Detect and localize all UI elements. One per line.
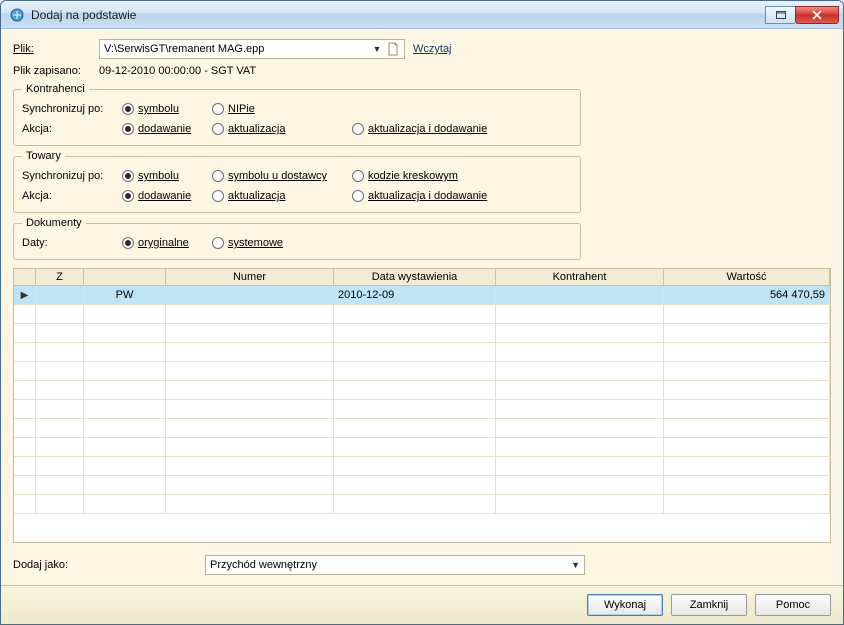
table-row[interactable]	[14, 476, 830, 495]
titlebar[interactable]: Dodaj na podstawie	[1, 1, 843, 29]
chevron-down-icon: ▼	[370, 44, 384, 54]
cell-wartosc: 564 470,59	[664, 286, 830, 304]
grid-header-kontrahent[interactable]: Kontrahent	[496, 269, 664, 285]
table-row[interactable]	[14, 419, 830, 438]
radio-kontr-dodawanie[interactable]	[122, 123, 134, 135]
maximize-button[interactable]	[765, 6, 795, 24]
radio-kontr-aktualizacja[interactable]	[212, 123, 224, 135]
radio-tow-aktidod[interactable]	[352, 190, 364, 202]
radio-kontr-symbolu[interactable]	[122, 103, 134, 115]
table-row[interactable]	[14, 362, 830, 381]
file-label: Plik:	[13, 43, 91, 55]
kontrahenci-sync-label: Synchronizuj po:	[22, 103, 122, 115]
table-row[interactable]	[14, 457, 830, 476]
group-towary-legend: Towary	[22, 150, 65, 162]
button-bar: Wykonaj Zamknij Pomoc	[1, 585, 843, 624]
dokumenty-daty-label: Daty:	[22, 237, 122, 249]
grid-header-z[interactable]: Z	[36, 269, 84, 285]
window-title: Dodaj na podstawie	[31, 8, 765, 22]
radio-kontr-aktidod[interactable]	[352, 123, 364, 135]
table-row[interactable]	[14, 381, 830, 400]
towary-action-label: Akcja:	[22, 190, 122, 202]
kontrahenci-action-label: Akcja:	[22, 123, 122, 135]
table-row[interactable]	[14, 438, 830, 457]
pomoc-button[interactable]: Pomoc	[755, 594, 831, 616]
row-marker-icon: ▶	[14, 286, 36, 304]
radio-tow-symbolu[interactable]	[122, 170, 134, 182]
load-link[interactable]: Wczytaj	[413, 43, 452, 55]
dodaj-jako-label: Dodaj jako:	[13, 559, 193, 571]
radio-dok-oryginalne[interactable]	[122, 237, 134, 249]
radio-tow-symbdost[interactable]	[212, 170, 224, 182]
table-row[interactable]	[14, 305, 830, 324]
table-row[interactable]	[14, 400, 830, 419]
radio-tow-kodzie[interactable]	[352, 170, 364, 182]
group-kontrahenci-legend: Kontrahenci	[22, 83, 89, 95]
group-kontrahenci: Kontrahenci Synchronizuj po: symbolu NIP…	[13, 83, 581, 146]
grid-header-numer[interactable]: Numer	[166, 269, 334, 285]
zamknij-button[interactable]: Zamknij	[671, 594, 747, 616]
towary-sync-label: Synchronizuj po:	[22, 170, 122, 182]
radio-tow-dodawanie[interactable]	[122, 190, 134, 202]
dodaj-jako-value: Przychód wewnętrzny	[210, 559, 571, 571]
group-dokumenty: Dokumenty Daty: oryginalne systemowe	[13, 217, 581, 260]
radio-dok-systemowe[interactable]	[212, 237, 224, 249]
dodaj-jako-select[interactable]: Przychód wewnętrzny ▼	[205, 555, 585, 575]
radio-tow-aktualizacja[interactable]	[212, 190, 224, 202]
chevron-down-icon: ▼	[571, 560, 580, 570]
grid-header: Z Numer Data wystawienia Kontrahent Wart…	[14, 269, 830, 286]
table-row[interactable]	[14, 324, 830, 343]
file-saved-value: 09-12-2010 00:00:00 - SGT VAT	[99, 65, 256, 77]
grid-header-marker[interactable]	[14, 269, 36, 285]
group-towary: Towary Synchronizuj po: symbolu symbolu …	[13, 150, 581, 213]
cell-kontrahent	[496, 286, 664, 304]
file-path-combo[interactable]: V:\SerwisGT\remanent MAG.epp ▼	[99, 39, 405, 59]
cell-data: 2010-12-09	[334, 286, 496, 304]
grid-header-wartosc[interactable]: Wartość	[664, 269, 830, 285]
grid-header-data[interactable]: Data wystawienia	[334, 269, 496, 285]
wykonaj-button[interactable]: Wykonaj	[587, 594, 663, 616]
table-row[interactable]: ▶ PW 2010-12-09 564 470,59	[14, 286, 830, 305]
grid-header-typ[interactable]	[84, 269, 166, 285]
cell-numer	[166, 286, 334, 304]
table-row[interactable]	[14, 495, 830, 514]
app-icon	[9, 7, 25, 23]
data-grid[interactable]: Z Numer Data wystawienia Kontrahent Wart…	[13, 268, 831, 543]
file-saved-label: Plik zapisano:	[13, 65, 91, 77]
cell-z	[36, 286, 84, 304]
file-path-text: V:\SerwisGT\remanent MAG.epp	[104, 43, 370, 55]
table-row[interactable]	[14, 343, 830, 362]
group-dokumenty-legend: Dokumenty	[22, 217, 86, 229]
radio-kontr-nipie[interactable]	[212, 103, 224, 115]
cell-typ: PW	[84, 286, 166, 304]
document-icon[interactable]	[386, 42, 400, 56]
close-button[interactable]	[795, 6, 839, 24]
